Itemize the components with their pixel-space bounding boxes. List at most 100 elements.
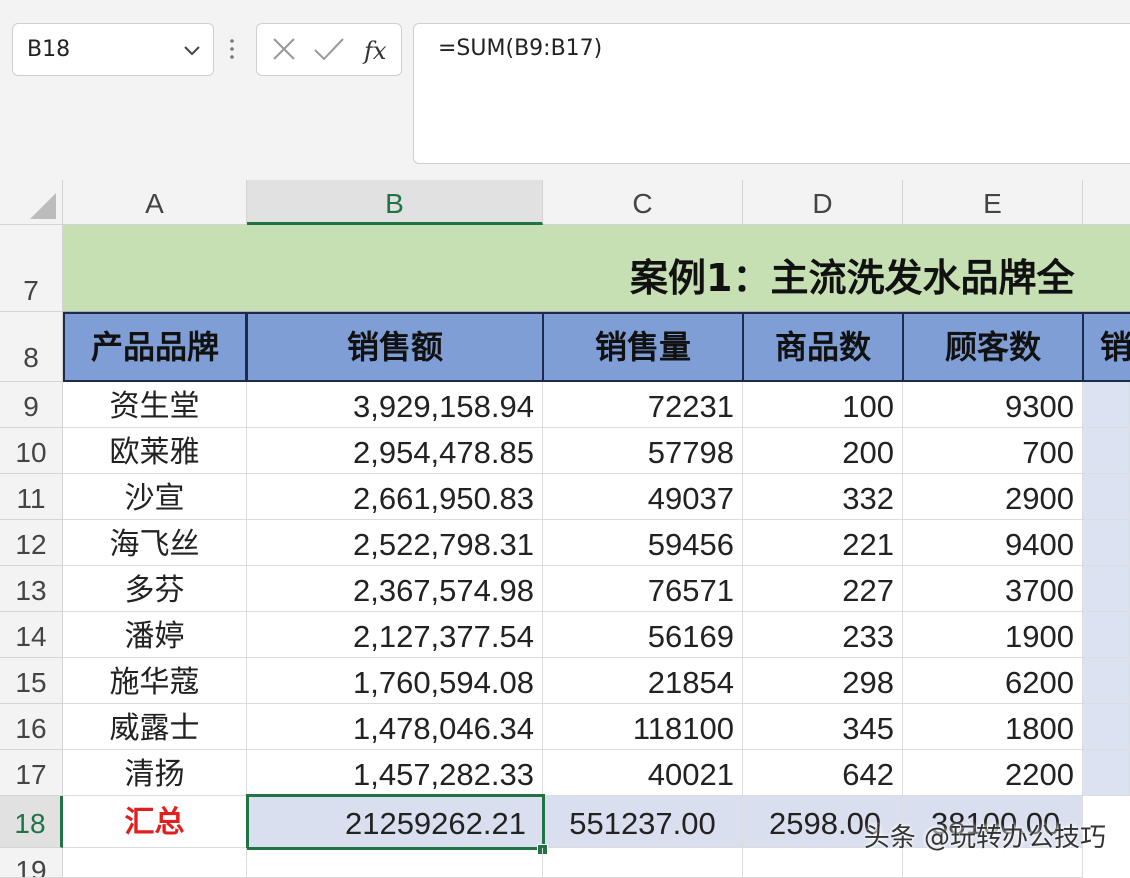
watermark-text: 头条 @玩转办公技巧 bbox=[863, 823, 1106, 853]
row-header-11[interactable]: 11 bbox=[0, 474, 63, 520]
header-product-count[interactable]: 商品数 bbox=[742, 312, 904, 382]
table-cell[interactable] bbox=[1083, 566, 1130, 612]
table-cell[interactable] bbox=[1083, 750, 1130, 796]
spreadsheet-grid: A B C D E 7 8 9 10 11 12 13 14 15 16 17 … bbox=[0, 180, 1130, 878]
sheet-title: 案例1：主流洗发水品牌全 bbox=[630, 256, 1075, 300]
table-cell[interactable]: 21854 bbox=[543, 658, 743, 704]
column-header-f[interactable] bbox=[1083, 180, 1130, 225]
column-header-a[interactable]: A bbox=[63, 180, 247, 225]
table-cell[interactable]: 1,457,282.33 bbox=[247, 750, 543, 796]
table-cell[interactable]: 76571 bbox=[543, 566, 743, 612]
row-header-19[interactable]: 19 bbox=[0, 848, 63, 878]
cancel-icon[interactable] bbox=[271, 36, 297, 62]
table-cell[interactable] bbox=[1083, 382, 1130, 428]
row-header-9[interactable]: 9 bbox=[0, 382, 63, 428]
table-cell[interactable]: 2900 bbox=[903, 474, 1083, 520]
table-cell[interactable]: 56169 bbox=[543, 612, 743, 658]
column-header-c[interactable]: C bbox=[543, 180, 743, 225]
table-cell[interactable]: 多芬 bbox=[63, 566, 247, 612]
header-sales-amount[interactable]: 销售额 bbox=[246, 312, 544, 382]
enter-check-icon[interactable] bbox=[313, 36, 345, 62]
table-cell[interactable]: 2,661,950.83 bbox=[247, 474, 543, 520]
table-cell[interactable]: 清扬 bbox=[63, 750, 247, 796]
row-header-15[interactable]: 15 bbox=[0, 658, 63, 704]
formula-text: =SUM(B9:B17) bbox=[438, 36, 603, 61]
table-cell[interactable]: 6200 bbox=[903, 658, 1083, 704]
table-cell[interactable] bbox=[1083, 704, 1130, 750]
table-cell[interactable]: 118100 bbox=[543, 704, 743, 750]
table-cell[interactable] bbox=[247, 848, 543, 878]
table-cell[interactable]: 227 bbox=[743, 566, 903, 612]
row-header-13[interactable]: 13 bbox=[0, 566, 63, 612]
table-cell[interactable]: 40021 bbox=[543, 750, 743, 796]
header-sales-volume[interactable]: 销售量 bbox=[542, 312, 744, 382]
table-cell[interactable]: 332 bbox=[743, 474, 903, 520]
table-cell[interactable]: 1900 bbox=[903, 612, 1083, 658]
table-cell[interactable]: 72231 bbox=[543, 382, 743, 428]
table-cell[interactable]: 233 bbox=[743, 612, 903, 658]
table-cell[interactable]: 1,760,594.08 bbox=[247, 658, 543, 704]
table-cell[interactable]: 700 bbox=[903, 428, 1083, 474]
row-header-17[interactable]: 17 bbox=[0, 750, 63, 796]
select-all-corner[interactable] bbox=[0, 180, 63, 225]
table-cell[interactable]: 2,127,377.54 bbox=[247, 612, 543, 658]
svg-text:fx: fx bbox=[362, 37, 387, 65]
table-cell[interactable]: 57798 bbox=[543, 428, 743, 474]
table-cell[interactable]: 100 bbox=[743, 382, 903, 428]
table-cell[interactable]: 3,929,158.94 bbox=[247, 382, 543, 428]
more-options-icon[interactable] bbox=[229, 36, 235, 62]
header-f-partial[interactable]: 销 bbox=[1082, 312, 1130, 382]
table-cell[interactable]: 施华蔻 bbox=[63, 658, 247, 704]
table-cell[interactable]: 潘婷 bbox=[63, 612, 247, 658]
table-cell[interactable]: 2,367,574.98 bbox=[247, 566, 543, 612]
table-cell[interactable]: 2200 bbox=[903, 750, 1083, 796]
column-header-e[interactable]: E bbox=[903, 180, 1083, 225]
table-cell[interactable] bbox=[1083, 428, 1130, 474]
table-cell[interactable]: 59456 bbox=[543, 520, 743, 566]
table-cell[interactable]: 2,954,478.85 bbox=[247, 428, 543, 474]
table-cell[interactable] bbox=[1083, 474, 1130, 520]
table-cell[interactable]: 3700 bbox=[903, 566, 1083, 612]
name-box[interactable]: B18 bbox=[12, 23, 214, 76]
row-header-12[interactable]: 12 bbox=[0, 520, 63, 566]
table-cell[interactable]: 2,522,798.31 bbox=[247, 520, 543, 566]
table-cell[interactable]: 1,478,046.34 bbox=[247, 704, 543, 750]
chevron-down-icon[interactable] bbox=[183, 41, 201, 59]
table-cell[interactable]: 9400 bbox=[903, 520, 1083, 566]
insert-function-icon[interactable]: fx bbox=[361, 33, 395, 67]
total-sales-volume[interactable]: 551237.00 bbox=[543, 796, 743, 848]
table-cell[interactable] bbox=[63, 848, 247, 878]
name-box-value: B18 bbox=[27, 37, 71, 62]
header-brand[interactable]: 产品品牌 bbox=[63, 312, 247, 382]
header-customer-count[interactable]: 顾客数 bbox=[902, 312, 1084, 382]
table-cell[interactable]: 海飞丝 bbox=[63, 520, 247, 566]
table-cell[interactable] bbox=[543, 848, 743, 878]
table-cell[interactable]: 221 bbox=[743, 520, 903, 566]
row-header-14[interactable]: 14 bbox=[0, 612, 63, 658]
table-cell[interactable] bbox=[1083, 658, 1130, 704]
table-cell[interactable]: 49037 bbox=[543, 474, 743, 520]
row-header-18[interactable]: 18 bbox=[0, 796, 63, 848]
total-label[interactable]: 汇总 bbox=[63, 796, 247, 848]
column-header-d[interactable]: D bbox=[743, 180, 903, 225]
title-band[interactable]: 案例1：主流洗发水品牌全 bbox=[63, 225, 1130, 312]
active-cell-border bbox=[246, 794, 545, 850]
row-header-10[interactable]: 10 bbox=[0, 428, 63, 474]
table-cell[interactable] bbox=[1083, 612, 1130, 658]
table-cell[interactable]: 沙宣 bbox=[63, 474, 247, 520]
table-cell[interactable]: 345 bbox=[743, 704, 903, 750]
table-cell[interactable]: 欧莱雅 bbox=[63, 428, 247, 474]
table-cell[interactable]: 9300 bbox=[903, 382, 1083, 428]
row-header-8[interactable]: 8 bbox=[0, 312, 63, 382]
table-cell[interactable]: 200 bbox=[743, 428, 903, 474]
table-cell[interactable]: 642 bbox=[743, 750, 903, 796]
formula-input[interactable]: =SUM(B9:B17) bbox=[413, 23, 1130, 164]
table-cell[interactable] bbox=[1083, 520, 1130, 566]
table-cell[interactable]: 1800 bbox=[903, 704, 1083, 750]
table-cell[interactable]: 资生堂 bbox=[63, 382, 247, 428]
table-cell[interactable]: 298 bbox=[743, 658, 903, 704]
row-header-7[interactable]: 7 bbox=[0, 225, 63, 312]
table-cell[interactable]: 威露士 bbox=[63, 704, 247, 750]
row-header-16[interactable]: 16 bbox=[0, 704, 63, 750]
column-header-b[interactable]: B bbox=[247, 180, 543, 225]
